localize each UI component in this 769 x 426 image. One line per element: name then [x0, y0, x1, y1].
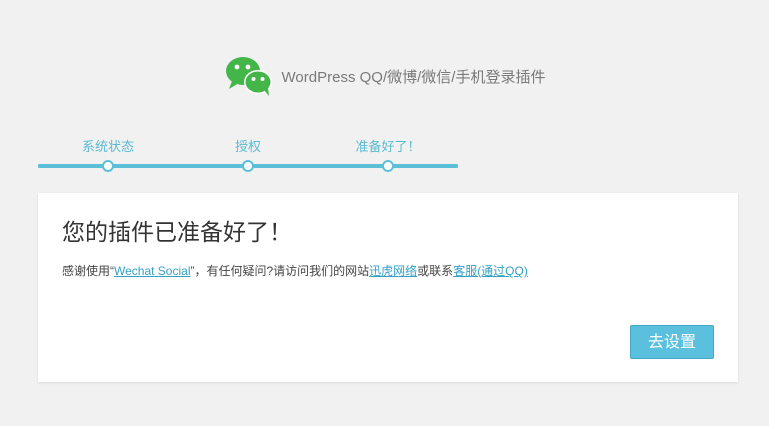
- step-dot-ready: [382, 160, 394, 172]
- step-label-authorize: 授权: [234, 139, 262, 154]
- customer-service-link[interactable]: 客服(通过QQ): [453, 264, 528, 278]
- card-description: 感谢使用“Wechat Social”，有任何疑问?请访问我们的网站迅虎网络或联…: [62, 262, 528, 279]
- text-or: 或联系: [417, 264, 454, 278]
- page-title: WordPress QQ/微博/微信/手机登录插件: [281, 68, 546, 86]
- website-link[interactable]: 迅虎网络: [369, 264, 417, 278]
- step-label-ready: 准备好了！: [355, 139, 421, 154]
- step-dot-authorize: [242, 160, 254, 172]
- progress-steps: 系统状态 授权 准备好了！: [38, 134, 458, 174]
- ready-card: 您的插件已准备好了！ 感谢使用“Wechat Social”，有任何疑问?请访问…: [38, 193, 738, 382]
- step-label-system-status: 系统状态: [81, 139, 135, 154]
- text-middle: ”，有任何疑问?请访问我们的网站: [190, 264, 370, 278]
- card-title: 您的插件已准备好了！: [62, 219, 292, 245]
- go-settings-button[interactable]: 去设置: [630, 325, 714, 359]
- header: WordPress QQ/微博/微信/手机登录插件: [0, 54, 769, 98]
- text-prefix: 感谢使用“: [62, 264, 114, 278]
- step-dot-system-status: [102, 160, 114, 172]
- plugin-link[interactable]: Wechat Social: [114, 264, 190, 278]
- wechat-icon: [224, 55, 274, 97]
